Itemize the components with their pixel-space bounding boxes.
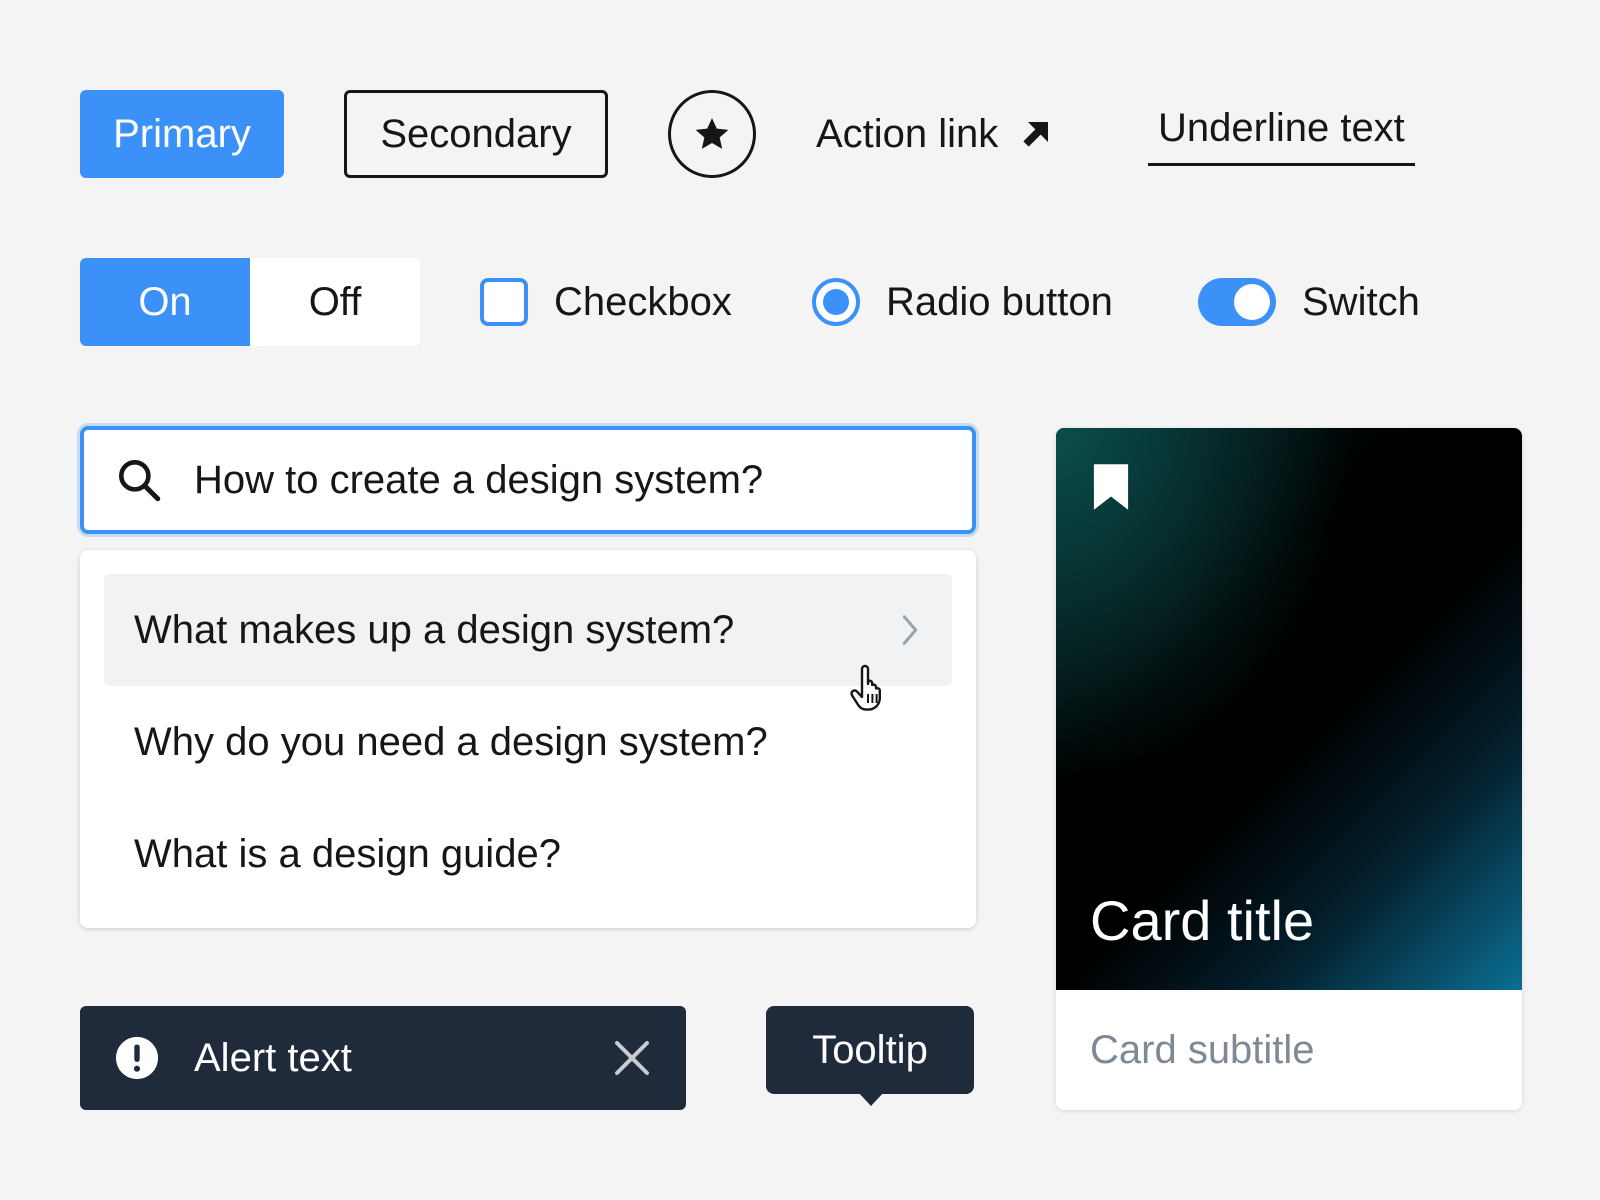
switch-track[interactable]: [1198, 278, 1276, 326]
switch[interactable]: Switch: [1198, 272, 1420, 332]
card-subtitle: Card subtitle: [1090, 1028, 1315, 1072]
action-link-label: Action link: [816, 111, 999, 156]
checkbox-box[interactable]: [480, 278, 528, 326]
action-link[interactable]: Action link: [816, 108, 1052, 160]
chevron-right-icon: [902, 615, 918, 645]
star-icon-button[interactable]: [668, 90, 756, 178]
radio-dot: [823, 289, 849, 315]
search-input[interactable]: [194, 457, 954, 503]
on-off-toggle: On Off: [80, 258, 420, 346]
checkbox[interactable]: Checkbox: [480, 272, 732, 332]
suggestion-item[interactable]: Why do you need a design system?: [104, 686, 952, 798]
toggle-on-segment[interactable]: On: [80, 258, 250, 346]
alert-text: Alert text: [194, 1035, 352, 1080]
star-icon: [695, 118, 729, 149]
hand-cursor-icon: [848, 664, 892, 717]
radio-label: Radio button: [886, 279, 1113, 324]
bookmark-icon[interactable]: [1092, 464, 1130, 515]
close-icon[interactable]: [612, 1038, 652, 1078]
suggestion-item[interactable]: What makes up a design system?: [104, 574, 952, 686]
search-icon: [119, 460, 161, 502]
underline-link[interactable]: Underline text: [1148, 100, 1415, 166]
arrow-up-right-icon: [1023, 122, 1049, 147]
radio-button[interactable]: Radio button: [812, 272, 1113, 332]
card-image: Card title: [1056, 428, 1522, 990]
suggestion-label: Why do you need a design system?: [134, 719, 768, 764]
switch-knob: [1234, 284, 1270, 320]
secondary-button[interactable]: Secondary: [344, 90, 608, 178]
checkbox-label: Checkbox: [554, 279, 732, 324]
alert: Alert text: [80, 1006, 686, 1110]
toggle-off-segment[interactable]: Off: [250, 258, 420, 346]
radio-circle[interactable]: [812, 278, 860, 326]
primary-button[interactable]: Primary: [80, 90, 284, 178]
card[interactable]: Card title Card subtitle: [1056, 428, 1522, 1110]
suggestion-label: What is a design guide?: [134, 831, 561, 876]
switch-label: Switch: [1302, 279, 1420, 324]
suggestions-dropdown: What makes up a design system? Why do yo…: [80, 550, 976, 928]
tooltip-arrow: [858, 1092, 884, 1106]
suggestion-item[interactable]: What is a design guide?: [104, 798, 952, 910]
card-title: Card title: [1090, 889, 1315, 952]
exclamation-icon: [115, 1036, 159, 1080]
search-box[interactable]: [80, 426, 976, 534]
suggestion-label: What makes up a design system?: [134, 607, 735, 652]
tooltip: Tooltip: [766, 1006, 974, 1094]
